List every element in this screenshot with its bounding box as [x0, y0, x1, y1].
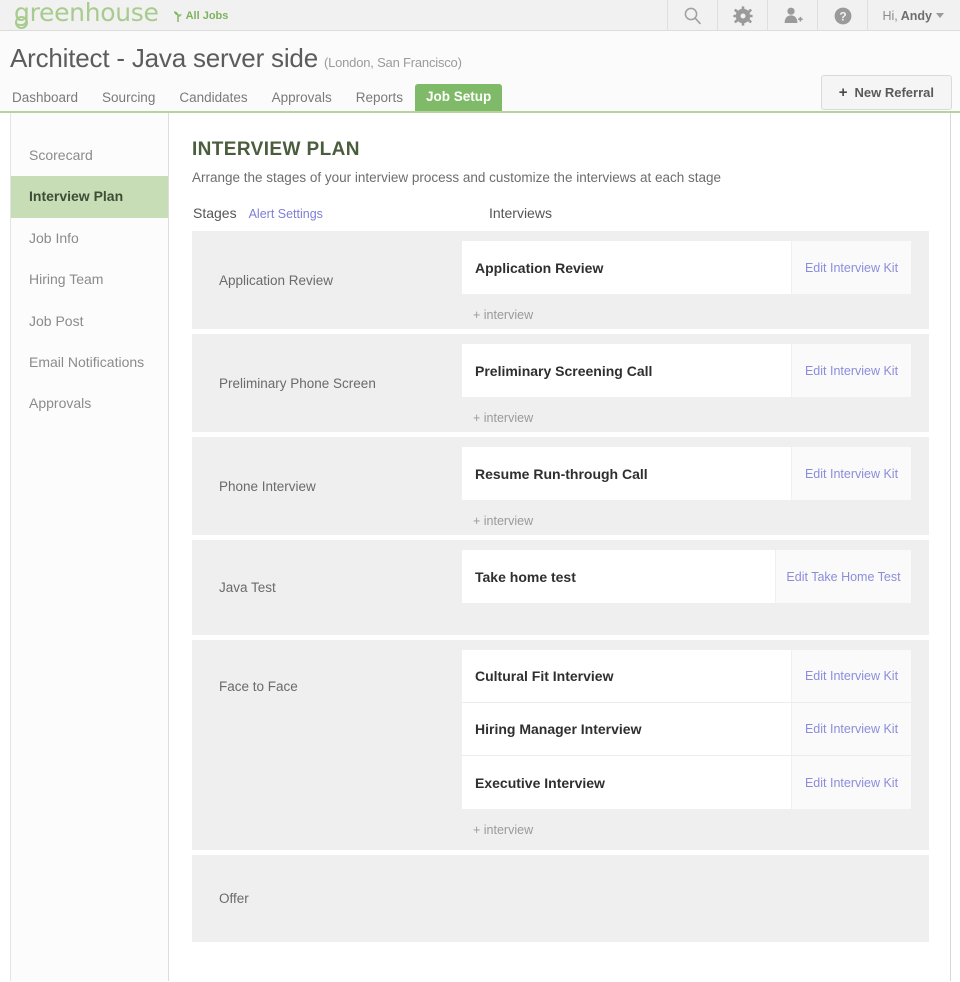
tab-job-setup[interactable]: Job Setup — [414, 84, 503, 111]
all-jobs-link[interactable]: All Jobs — [173, 10, 229, 22]
stage-name: Preliminary Phone Screen — [219, 375, 376, 391]
chevron-down-icon — [936, 13, 944, 18]
job-setup-sidebar: Scorecard Interview Plan Job Info Hiring… — [10, 113, 169, 981]
alert-settings-link[interactable]: Alert Settings — [249, 207, 323, 221]
stage-interviews: Cultural Fit Interview Edit Interview Ki… — [462, 640, 929, 850]
add-user-icon[interactable] — [767, 0, 817, 31]
body-wrapper: Scorecard Interview Plan Job Info Hiring… — [0, 113, 951, 981]
job-title-text: Architect - Java server side — [10, 43, 318, 73]
help-icon[interactable]: ? — [817, 0, 867, 31]
tab-candidates[interactable]: Candidates — [167, 86, 259, 111]
table-row: Offer — [192, 855, 929, 942]
plus-icon: + — [838, 84, 848, 101]
stage-interviews: Take home test Edit Take Home Test — [462, 540, 929, 635]
list-item[interactable]: Resume Run-through Call Edit Interview K… — [462, 447, 911, 500]
add-interview-link[interactable]: + interview — [462, 809, 911, 837]
table-row: Application Review Application Review Ed… — [192, 231, 929, 334]
sidebar-item-approvals[interactable]: Approvals — [11, 383, 168, 424]
account-user-name: Andy — [900, 8, 932, 23]
interview-stack: Take home test Edit Take Home Test — [462, 550, 911, 603]
logo-g-descender-icon — [15, 15, 28, 29]
sidebar-item-job-post[interactable]: Job Post — [11, 301, 168, 342]
logo-text: greenhouse — [14, 0, 159, 27]
all-jobs-label: All Jobs — [185, 10, 229, 22]
job-nav-tabs: Dashboard Sourcing Candidates Approvals … — [10, 84, 960, 111]
tab-approvals[interactable]: Approvals — [260, 86, 344, 111]
interview-stack: Application Review Edit Interview Kit — [462, 241, 911, 294]
sidebar-item-job-info[interactable]: Job Info — [11, 218, 168, 259]
top-bar-actions: ? Hi, Andy — [667, 0, 960, 31]
new-referral-button[interactable]: + New Referral — [820, 75, 952, 110]
interview-name: Take home test — [475, 568, 576, 585]
stage-name: Phone Interview — [219, 478, 316, 494]
greeting-prefix: Hi, — [882, 8, 898, 23]
tab-sourcing[interactable]: Sourcing — [90, 86, 167, 111]
gear-icon[interactable] — [717, 0, 767, 31]
stage-interviews: Preliminary Screening Call Edit Intervie… — [462, 334, 929, 432]
section-subtitle: Arrange the stages of your interview pro… — [192, 170, 722, 185]
stage-interviews: Resume Run-through Call Edit Interview K… — [462, 437, 929, 535]
stage-interviews: Application Review Edit Interview Kit + … — [462, 231, 929, 329]
edit-interview-kit-link[interactable]: Edit Interview Kit — [791, 241, 911, 294]
interview-name: Preliminary Screening Call — [475, 362, 653, 379]
interview-name: Application Review — [475, 259, 604, 276]
edit-interview-kit-link[interactable]: Edit Interview Kit — [791, 447, 911, 500]
sprout-icon — [173, 11, 182, 22]
interview-name: Resume Run-through Call — [475, 465, 648, 482]
top-brand-bar: greenhouse All Jobs ? Hi, Andy — [0, 0, 960, 31]
interview-name: Hiring Manager Interview — [475, 721, 642, 737]
edit-interview-kit-link[interactable]: Edit Interview Kit — [791, 650, 911, 702]
list-item[interactable]: Hiring Manager Interview Edit Interview … — [462, 703, 911, 756]
interview-stack: Resume Run-through Call Edit Interview K… — [462, 447, 911, 500]
edit-take-home-test-link[interactable]: Edit Take Home Test — [775, 550, 911, 603]
job-header: Architect - Java server side (London, San… — [0, 31, 960, 113]
edit-interview-kit-link[interactable]: Edit Interview Kit — [791, 703, 911, 755]
app-page: greenhouse All Jobs ? Hi, Andy Architect… — [0, 0, 960, 982]
add-interview-link[interactable]: + interview — [462, 294, 911, 322]
interview-name: Executive Interview — [475, 774, 605, 791]
stages-column-label: Stages — [193, 205, 237, 221]
greenhouse-logo[interactable]: greenhouse — [14, 0, 159, 29]
interview-name: Cultural Fit Interview — [475, 668, 614, 684]
list-item[interactable]: Preliminary Screening Call Edit Intervie… — [462, 344, 911, 397]
sidebar-item-hiring-team[interactable]: Hiring Team — [11, 259, 168, 300]
table-row: Phone Interview Resume Run-through Call … — [192, 437, 929, 540]
sidebar-item-email-notifications[interactable]: Email Notifications — [11, 342, 168, 383]
stage-name: Application Review — [219, 272, 334, 288]
interview-stack: Preliminary Screening Call Edit Intervie… — [462, 344, 911, 397]
table-row: Java Test Take home test Edit Take Home … — [192, 540, 929, 640]
sidebar-item-scorecard[interactable]: Scorecard — [11, 135, 168, 176]
interview-plan-content: INTERVIEW PLAN Arrange the stages of you… — [169, 113, 950, 981]
search-icon[interactable] — [667, 0, 717, 31]
list-item[interactable]: Take home test Edit Take Home Test — [462, 550, 911, 603]
add-interview-link[interactable]: + interview — [462, 500, 911, 528]
account-menu[interactable]: Hi, Andy — [867, 0, 960, 31]
section-title: INTERVIEW PLAN — [192, 139, 360, 160]
table-row: Preliminary Phone Screen Preliminary Scr… — [192, 334, 929, 437]
svg-text:?: ? — [839, 9, 846, 23]
list-item[interactable]: Cultural Fit Interview Edit Interview Ki… — [462, 650, 911, 703]
interview-stack: Cultural Fit Interview Edit Interview Ki… — [462, 650, 911, 809]
stage-name: Java Test — [219, 580, 276, 595]
new-referral-label: New Referral — [854, 85, 934, 100]
tab-dashboard[interactable]: Dashboard — [10, 86, 90, 111]
list-item[interactable]: Executive Interview Edit Interview Kit — [462, 756, 911, 809]
edit-interview-kit-link[interactable]: Edit Interview Kit — [791, 756, 911, 809]
add-interview-link[interactable]: + interview — [462, 397, 911, 425]
stage-name: Offer — [219, 891, 249, 906]
list-item[interactable]: Application Review Edit Interview Kit — [462, 241, 911, 294]
right-gutter — [942, 113, 950, 981]
tab-reports[interactable]: Reports — [344, 86, 415, 111]
job-locations: (London, San Francisco) — [323, 55, 462, 70]
column-headers: Stages Alert Settings Interviews — [192, 205, 950, 221]
page-title: Architect - Java server side (London, San… — [10, 45, 960, 71]
edit-interview-kit-link[interactable]: Edit Interview Kit — [791, 344, 911, 397]
stage-table: Application Review Application Review Ed… — [192, 231, 929, 942]
stage-interviews — [462, 855, 929, 942]
table-row: Face to Face Cultural Fit Interview Edit… — [192, 640, 929, 855]
sidebar-item-interview-plan[interactable]: Interview Plan — [11, 176, 168, 218]
stage-name: Face to Face — [219, 679, 298, 694]
interviews-column-label: Interviews — [488, 205, 552, 221]
